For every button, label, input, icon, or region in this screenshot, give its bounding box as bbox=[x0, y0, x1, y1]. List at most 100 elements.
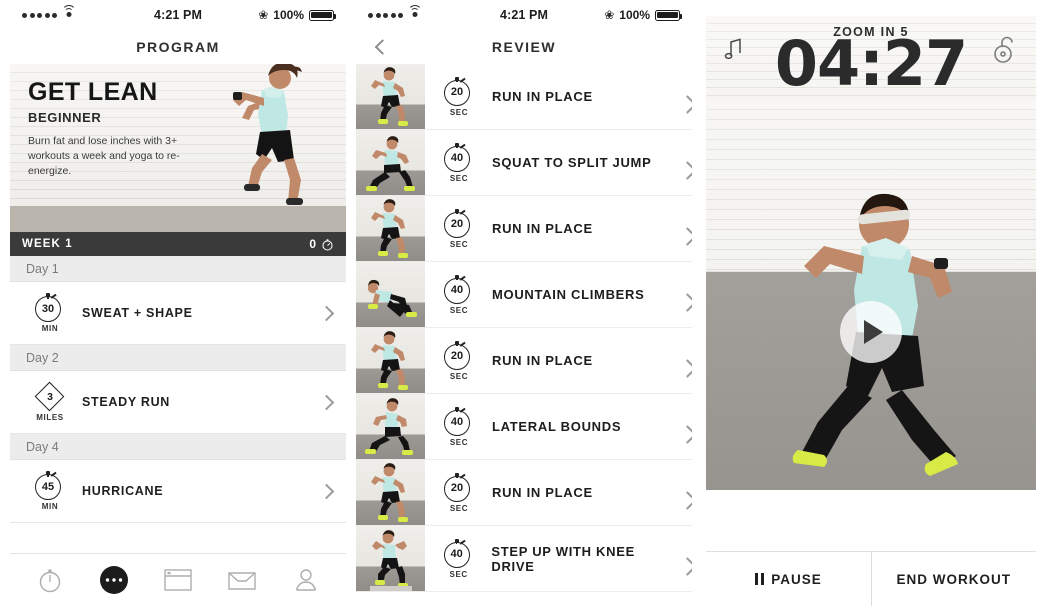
duration-unit: SEC bbox=[449, 305, 469, 315]
chevron-right-icon[interactable] bbox=[320, 396, 332, 408]
workout-video[interactable]: 2/10 Squat To Split Jump 00:27 bbox=[706, 100, 1036, 490]
list-item[interactable]: 20 SEC RUN IN PLACE bbox=[356, 64, 692, 130]
diamond-icon: 3 bbox=[34, 381, 65, 412]
duration-value: 45 bbox=[41, 480, 55, 493]
duration-value: 40 bbox=[450, 548, 463, 560]
battery-icon bbox=[655, 9, 683, 21]
duration-unit: MIN bbox=[41, 502, 59, 511]
hero-text: GET LEAN BEGINNER Burn fat and lose inch… bbox=[28, 80, 208, 180]
athlete-video-frame bbox=[792, 193, 958, 476]
list-item[interactable]: 40 SEC MOUNTAIN CLIMBERS bbox=[356, 262, 692, 328]
bluetooth-icon: ❀ bbox=[258, 8, 269, 22]
list-item[interactable]: 20 SEC RUN IN PLACE bbox=[356, 460, 692, 526]
status-bar-program: 4:21 PM ❀ 100% bbox=[10, 0, 346, 30]
stopwatch-icon: 40 bbox=[444, 142, 474, 173]
status-bar-review: 4:21 PM ❀ 100% bbox=[356, 0, 692, 30]
duration-unit: SEC bbox=[449, 569, 468, 579]
status-right: ❀ 100% bbox=[258, 8, 337, 22]
pause-button[interactable]: PAUSE bbox=[706, 552, 871, 606]
exercise-label: RUN IN PLACE bbox=[492, 89, 593, 104]
exercise-thumbnail bbox=[356, 328, 425, 393]
page-title: REVIEW bbox=[491, 39, 557, 55]
stopwatch-icon: 40 bbox=[444, 406, 474, 437]
panel-player: ZOOM IN 5 04:27 PAUSE END WORKOUT bbox=[706, 16, 1036, 606]
navbar-review: REVIEW bbox=[356, 30, 692, 64]
duration-badge: 40 SEC bbox=[435, 142, 483, 183]
workout-row[interactable]: 3 MILES STEADY RUN bbox=[10, 371, 346, 434]
duration-badge: 20 SEC bbox=[435, 208, 483, 249]
list-item[interactable]: 40 SEC SQUAT TO SPLIT JUMP bbox=[356, 130, 692, 196]
bluetooth-icon: ❀ bbox=[604, 8, 615, 22]
week-count: 0 bbox=[309, 237, 334, 251]
workout-label: STEADY RUN bbox=[82, 395, 171, 409]
chevron-right-icon[interactable] bbox=[320, 307, 332, 319]
duration-value: 20 bbox=[450, 218, 464, 230]
duration-unit: SEC bbox=[449, 503, 469, 513]
sidebar-item-programs[interactable] bbox=[97, 563, 131, 597]
sidebar-item-timer[interactable] bbox=[33, 563, 67, 597]
duration-value: 40 bbox=[450, 416, 464, 428]
back-button[interactable] bbox=[374, 41, 387, 54]
duration-badge: 20 SEC bbox=[435, 76, 483, 117]
sidebar-item-library[interactable] bbox=[161, 563, 195, 597]
exercise-label: RUN IN PLACE bbox=[492, 221, 593, 236]
exercise-list[interactable]: 20 SEC RUN IN PLACE 40 SEC SQUAT TO SPLI… bbox=[356, 64, 692, 606]
end-workout-button[interactable]: END WORKOUT bbox=[870, 552, 1037, 606]
stopwatch-icon: 40 bbox=[443, 538, 474, 569]
duration-value: 20 bbox=[450, 86, 464, 98]
duration-badge: 45 MIN bbox=[24, 471, 76, 511]
exercise-thumbnail bbox=[356, 196, 425, 261]
exercise-thumbnail bbox=[356, 130, 425, 195]
play-button[interactable] bbox=[840, 301, 902, 363]
sidebar-item-profile[interactable] bbox=[289, 563, 323, 597]
exercise-label: RUN IN PLACE bbox=[492, 485, 593, 500]
distance-value: 3 bbox=[47, 391, 53, 403]
inbox-icon bbox=[228, 572, 256, 590]
exercise-label: SQUAT TO SPLIT JUMP bbox=[492, 155, 652, 170]
dots-circle-icon bbox=[100, 566, 128, 594]
exercise-thumbnail bbox=[356, 64, 425, 129]
duration-badge: 20 SEC bbox=[435, 472, 483, 513]
list-item[interactable]: 20 SEC RUN IN PLACE bbox=[356, 328, 692, 394]
duration-unit: SEC bbox=[449, 107, 469, 117]
stopwatch-icon: 20 bbox=[444, 340, 474, 371]
exercise-label: MOUNTAIN CLIMBERS bbox=[492, 287, 645, 302]
workout-label: HURRICANE bbox=[82, 484, 164, 498]
stopwatch-icon: 20 bbox=[444, 76, 474, 107]
person-icon bbox=[295, 569, 317, 591]
player-header: ZOOM IN 5 04:27 bbox=[706, 16, 1036, 100]
week-count-value: 0 bbox=[309, 237, 316, 251]
pause-label: PAUSE bbox=[771, 571, 822, 587]
navbar-program: PROGRAM bbox=[10, 30, 346, 64]
duration-value: 20 bbox=[450, 482, 464, 494]
stopwatch-icon: 20 bbox=[444, 208, 474, 239]
stopwatch-icon bbox=[322, 238, 333, 251]
battery-percent: 100% bbox=[619, 8, 650, 22]
stopwatch-icon: 40 bbox=[444, 274, 474, 305]
exercise-label: STEP UP WITH KNEE DRIVE bbox=[491, 543, 635, 574]
distance-unit: MILES bbox=[36, 413, 64, 422]
runner-illustration bbox=[233, 64, 303, 205]
unlocked-padlock-icon[interactable] bbox=[994, 34, 1018, 64]
exercise-thumbnail bbox=[356, 526, 425, 591]
chevron-right-icon[interactable] bbox=[320, 485, 332, 497]
battery-percent: 100% bbox=[273, 8, 304, 22]
exercise-label: LATERAL BOUNDS bbox=[492, 419, 622, 434]
duration-badge: 30 MIN bbox=[24, 293, 76, 333]
list-item[interactable]: 40 SEC STEP UP WITH KNEE DRIVE bbox=[356, 526, 692, 592]
list-item[interactable]: 20 SEC RUN IN PLACE bbox=[356, 196, 692, 262]
player-controls: PAUSE END WORKOUT bbox=[706, 551, 1036, 606]
list-item[interactable]: 40 SEC LATERAL BOUNDS bbox=[356, 394, 692, 460]
duration-unit: MIN bbox=[41, 324, 59, 333]
panel-program: 4:21 PM ❀ 100% PROGRAM GET LEAN BEGINNER… bbox=[10, 0, 346, 606]
sidebar-item-inbox[interactable] bbox=[225, 563, 259, 597]
panel-review: 4:21 PM ❀ 100% REVIEW 20 SEC RUN IN PLAC… bbox=[356, 0, 692, 606]
day-header: Day 2 bbox=[10, 345, 346, 371]
program-hero-card[interactable]: GET LEAN BEGINNER Burn fat and lose inch… bbox=[10, 64, 346, 232]
workout-row[interactable]: 30 MIN SWEAT + SHAPE bbox=[10, 282, 346, 345]
duration-unit: SEC bbox=[449, 173, 469, 183]
tab-bar bbox=[10, 553, 346, 606]
workout-row[interactable]: 45 MIN HURRICANE bbox=[10, 460, 346, 523]
duration-badge: 40 SEC bbox=[435, 538, 482, 579]
day-header: Day 1 bbox=[10, 256, 346, 282]
